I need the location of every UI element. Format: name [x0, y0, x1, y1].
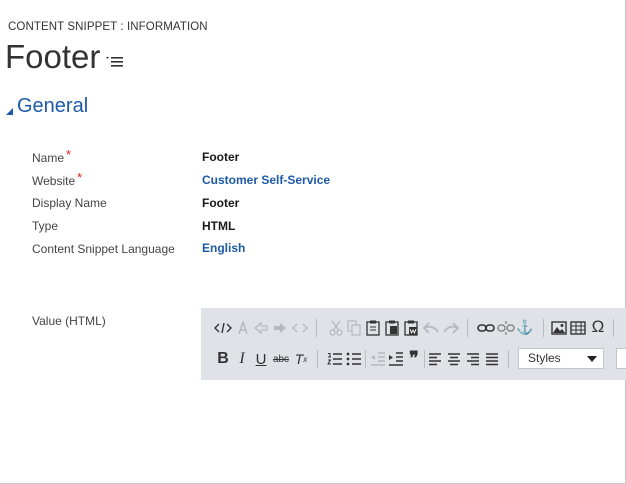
align-right-icon[interactable]	[463, 349, 483, 369]
undo-format-icon[interactable]	[251, 318, 271, 338]
language-link[interactable]: English	[202, 241, 245, 255]
toolbar-separator	[316, 319, 317, 337]
toolbar-separator	[365, 350, 366, 368]
strikethrough-button[interactable]: abc	[271, 349, 291, 369]
paste-icon[interactable]	[363, 318, 383, 338]
form-menu-icon[interactable]	[106, 55, 124, 69]
source-code-icon[interactable]	[213, 318, 233, 338]
styles-dropdown-label: Styles	[528, 351, 561, 365]
redo-icon[interactable]	[441, 318, 461, 338]
cut-icon[interactable]	[326, 318, 346, 338]
form-frame: CONTENT SNIPPET : INFORMATION Footer Gen…	[0, 0, 626, 484]
copy-icon[interactable]	[344, 318, 364, 338]
image-icon[interactable]	[549, 318, 569, 338]
toolbar-separator	[467, 319, 468, 337]
styles-dropdown[interactable]: Styles	[518, 348, 604, 369]
website-link[interactable]: Customer Self-Service	[202, 173, 330, 187]
format-dropdown[interactable]	[616, 348, 626, 369]
remove-format-button[interactable]: Tx	[291, 349, 311, 369]
redo-format-icon[interactable]	[270, 318, 290, 338]
chevron-down-icon	[587, 356, 597, 362]
anchor-icon[interactable]: ⚓	[515, 317, 535, 337]
toolbar-separator	[543, 319, 544, 337]
paste-word-icon[interactable]	[401, 318, 421, 338]
paste-text-icon[interactable]	[382, 318, 402, 338]
special-character-icon[interactable]: Ω	[588, 317, 608, 337]
required-marker: *	[77, 170, 83, 185]
toolbar-separator	[317, 350, 318, 368]
collapse-triangle-icon[interactable]	[5, 103, 14, 115]
align-center-icon[interactable]	[444, 349, 464, 369]
bold-button[interactable]: B	[213, 349, 233, 369]
section-title[interactable]: General	[17, 95, 88, 118]
underline-button[interactable]: U	[251, 349, 271, 369]
outdent-icon[interactable]	[368, 349, 388, 369]
link-icon[interactable]	[476, 318, 496, 338]
language-label: Content Snippet Language	[32, 242, 175, 256]
type-label: Type	[32, 219, 59, 233]
display-name-value[interactable]: Footer	[202, 196, 239, 210]
italic-button[interactable]: I	[232, 349, 252, 369]
table-icon[interactable]	[568, 318, 588, 338]
bulleted-list-icon[interactable]	[344, 349, 364, 369]
value-html-label: Value (HTML)	[32, 314, 106, 328]
editor-toolbar: ⚓ Ω B I U abc Tx ❞ Styles	[201, 308, 626, 380]
indent-icon[interactable]	[386, 349, 406, 369]
entity-label: CONTENT SNIPPET : INFORMATION	[8, 21, 208, 33]
toolbar-separator	[613, 319, 614, 337]
code-tag-icon[interactable]	[290, 318, 310, 338]
toolbar-separator	[508, 350, 509, 368]
text-color-icon[interactable]	[233, 318, 253, 338]
name-value[interactable]: Footer	[202, 150, 239, 164]
type-value[interactable]: HTML	[202, 219, 235, 233]
name-label: Name *	[32, 147, 72, 165]
align-left-icon[interactable]	[425, 349, 445, 369]
undo-icon[interactable]	[421, 318, 441, 338]
unlink-icon[interactable]	[496, 318, 516, 338]
display-name-label: Display Name	[32, 196, 107, 210]
justify-icon[interactable]	[482, 349, 502, 369]
website-label: Website *	[32, 170, 83, 188]
numbered-list-icon[interactable]	[325, 349, 345, 369]
required-marker: *	[66, 147, 72, 162]
record-title: Footer	[5, 38, 101, 75]
blockquote-icon[interactable]: ❞	[404, 348, 424, 368]
